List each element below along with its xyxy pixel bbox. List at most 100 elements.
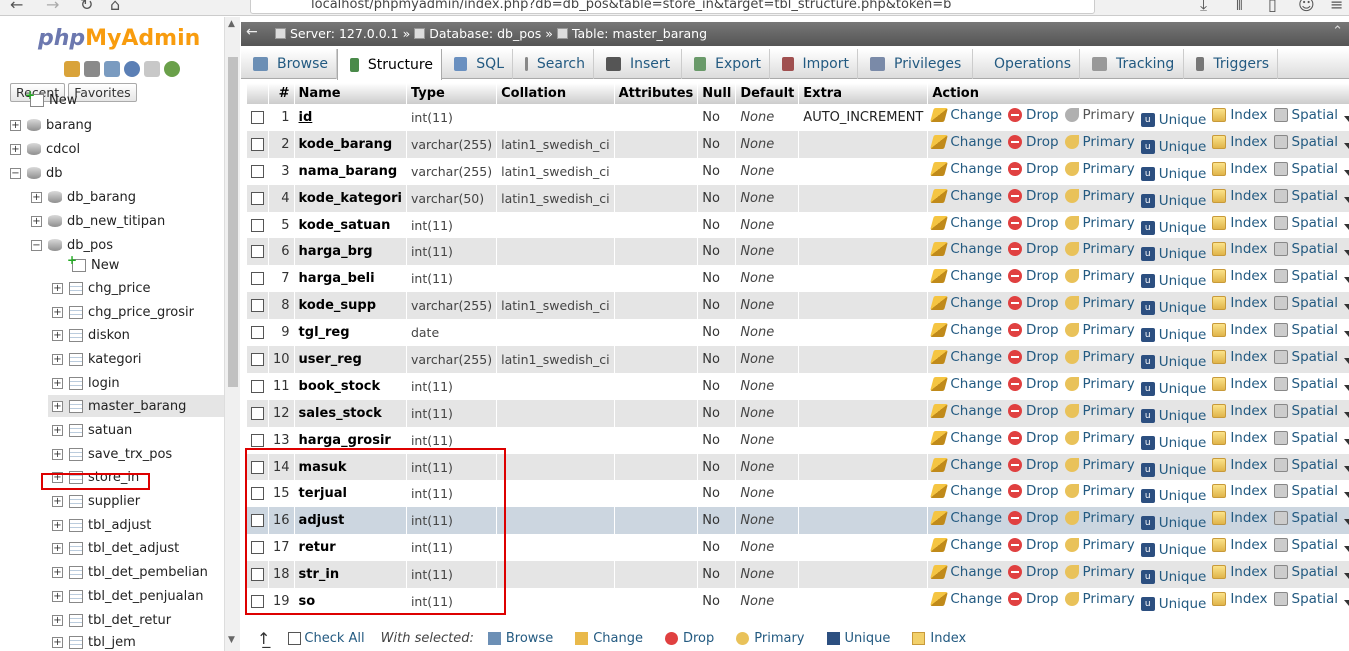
- back-icon[interactable]: ←: [10, 0, 23, 14]
- unique-link[interactable]: u Unique: [1140, 381, 1206, 397]
- index-link[interactable]: Index: [1212, 161, 1268, 177]
- bulk-primary-button[interactable]: Primary: [736, 631, 805, 646]
- tree-item[interactable]: New: [25, 88, 77, 111]
- collapse-icon[interactable]: −: [10, 167, 21, 179]
- bulk-index-button[interactable]: Index: [912, 631, 966, 646]
- scroll-down-icon[interactable]: ▼: [228, 635, 235, 645]
- column-header[interactable]: Collation: [496, 83, 615, 104]
- row-checkbox[interactable]: [251, 568, 264, 582]
- unique-link[interactable]: u Unique: [1140, 327, 1206, 343]
- reload-nav-icon[interactable]: [164, 61, 180, 77]
- tree-item[interactable]: + tbl_jem: [52, 631, 136, 651]
- more-link[interactable]: More: [1343, 353, 1349, 369]
- tree-item[interactable]: + diskon: [52, 324, 130, 346]
- expand-icon[interactable]: +: [52, 614, 63, 626]
- drop-link[interactable]: Drop: [1008, 349, 1059, 365]
- more-link[interactable]: More: [1343, 595, 1349, 611]
- drop-link[interactable]: Drop: [1008, 376, 1059, 392]
- check-all-checkbox[interactable]: [288, 631, 302, 645]
- bulk-browse-button[interactable]: Browse: [487, 631, 553, 646]
- spatial-link[interactable]: Spatial: [1273, 134, 1338, 150]
- expand-icon[interactable]: +: [52, 519, 63, 531]
- forward-icon[interactable]: →: [46, 0, 59, 14]
- primary-link[interactable]: Primary: [1064, 295, 1135, 311]
- primary-link[interactable]: Primary: [1064, 483, 1135, 499]
- column-header[interactable]: Null: [697, 83, 737, 104]
- more-link[interactable]: More: [1343, 380, 1349, 396]
- more-link[interactable]: More: [1343, 568, 1349, 584]
- spatial-link[interactable]: Spatial: [1273, 430, 1338, 446]
- unique-link[interactable]: u Unique: [1140, 515, 1206, 531]
- spatial-link[interactable]: Spatial: [1273, 349, 1338, 365]
- spatial-link[interactable]: Spatial: [1273, 268, 1338, 284]
- column-header[interactable]: Type: [406, 83, 498, 104]
- change-link[interactable]: Change: [930, 134, 1002, 150]
- drop-link[interactable]: Drop: [1008, 295, 1059, 311]
- more-link[interactable]: More: [1343, 245, 1349, 261]
- tree-item[interactable]: + tbl_det_adjust: [52, 537, 179, 559]
- index-link[interactable]: Index: [1212, 376, 1268, 392]
- tree-item[interactable]: + db_new_titipan: [31, 210, 165, 232]
- drop-link[interactable]: Drop: [1008, 537, 1059, 553]
- bulk-change-button[interactable]: Change: [575, 631, 643, 646]
- primary-link[interactable]: Primary: [1064, 107, 1135, 123]
- expand-icon[interactable]: +: [10, 143, 21, 155]
- download-icon[interactable]: ⤓: [1200, 0, 1207, 15]
- row-checkbox[interactable]: [251, 406, 264, 420]
- unique-link[interactable]: u Unique: [1140, 112, 1206, 128]
- more-link[interactable]: More: [1343, 514, 1349, 530]
- unique-link[interactable]: u Unique: [1140, 408, 1206, 424]
- more-link[interactable]: More: [1343, 219, 1349, 235]
- expand-icon[interactable]: +: [52, 471, 63, 483]
- unique-link[interactable]: u Unique: [1140, 462, 1206, 478]
- unique-link[interactable]: u Unique: [1140, 542, 1206, 558]
- primary-link[interactable]: Primary: [1064, 215, 1135, 231]
- index-link[interactable]: Index: [1212, 107, 1268, 123]
- spatial-link[interactable]: Spatial: [1273, 295, 1338, 311]
- breadcrumb-server[interactable]: Server: 127.0.0.1: [290, 26, 399, 41]
- more-link[interactable]: More: [1343, 272, 1349, 288]
- change-link[interactable]: Change: [930, 161, 1002, 177]
- tab-privileges[interactable]: Privileges: [858, 49, 973, 79]
- drop-link[interactable]: Drop: [1008, 134, 1059, 150]
- tree-item[interactable]: + tbl_det_penjualan: [52, 585, 203, 607]
- help-icon[interactable]: [124, 61, 140, 77]
- expand-icon[interactable]: +: [31, 215, 42, 227]
- primary-link[interactable]: Primary: [1064, 537, 1135, 553]
- change-link[interactable]: Change: [930, 591, 1002, 607]
- nav-scroll-thumb[interactable]: [228, 57, 238, 387]
- unique-link[interactable]: u Unique: [1140, 220, 1206, 236]
- expand-icon[interactable]: +: [52, 590, 63, 602]
- tree-item[interactable]: + master_barang: [48, 395, 226, 417]
- tree-item[interactable]: + store_in: [52, 466, 139, 488]
- tree-item[interactable]: + db_barang: [31, 186, 136, 208]
- tab-operations[interactable]: Operations: [973, 49, 1080, 79]
- spatial-link[interactable]: Spatial: [1273, 107, 1338, 123]
- index-link[interactable]: Index: [1212, 403, 1268, 419]
- nav-scrollbar[interactable]: ▲ ▼: [224, 17, 240, 651]
- tab-tracking[interactable]: Tracking: [1080, 49, 1184, 79]
- unique-link[interactable]: u Unique: [1140, 596, 1206, 612]
- breadcrumb-table[interactable]: Table: master_barang: [572, 26, 707, 41]
- drop-link[interactable]: Drop: [1008, 188, 1059, 204]
- more-link[interactable]: More: [1343, 192, 1349, 208]
- spatial-link[interactable]: Spatial: [1273, 322, 1338, 338]
- unique-link[interactable]: u Unique: [1140, 435, 1206, 451]
- unique-link[interactable]: u Unique: [1140, 246, 1206, 262]
- primary-link[interactable]: Primary: [1064, 322, 1135, 338]
- address-bar[interactable]: localhost/phpmyadmin/index.php?db=db_pos…: [250, 0, 1095, 14]
- logout-icon[interactable]: [84, 61, 100, 77]
- home-icon[interactable]: [64, 61, 80, 77]
- spatial-link[interactable]: Spatial: [1273, 591, 1338, 607]
- expand-icon[interactable]: +: [52, 636, 63, 648]
- expand-icon[interactable]: +: [52, 400, 63, 412]
- tree-item[interactable]: + kategori: [52, 348, 142, 370]
- change-link[interactable]: Change: [930, 403, 1002, 419]
- change-link[interactable]: Change: [930, 322, 1002, 338]
- tree-item[interactable]: − db: [10, 162, 63, 184]
- drop-link[interactable]: Drop: [1008, 268, 1059, 284]
- unique-link[interactable]: u Unique: [1140, 488, 1206, 504]
- change-link[interactable]: Change: [930, 268, 1002, 284]
- unique-link[interactable]: u Unique: [1140, 300, 1206, 316]
- drop-link[interactable]: Drop: [1008, 403, 1059, 419]
